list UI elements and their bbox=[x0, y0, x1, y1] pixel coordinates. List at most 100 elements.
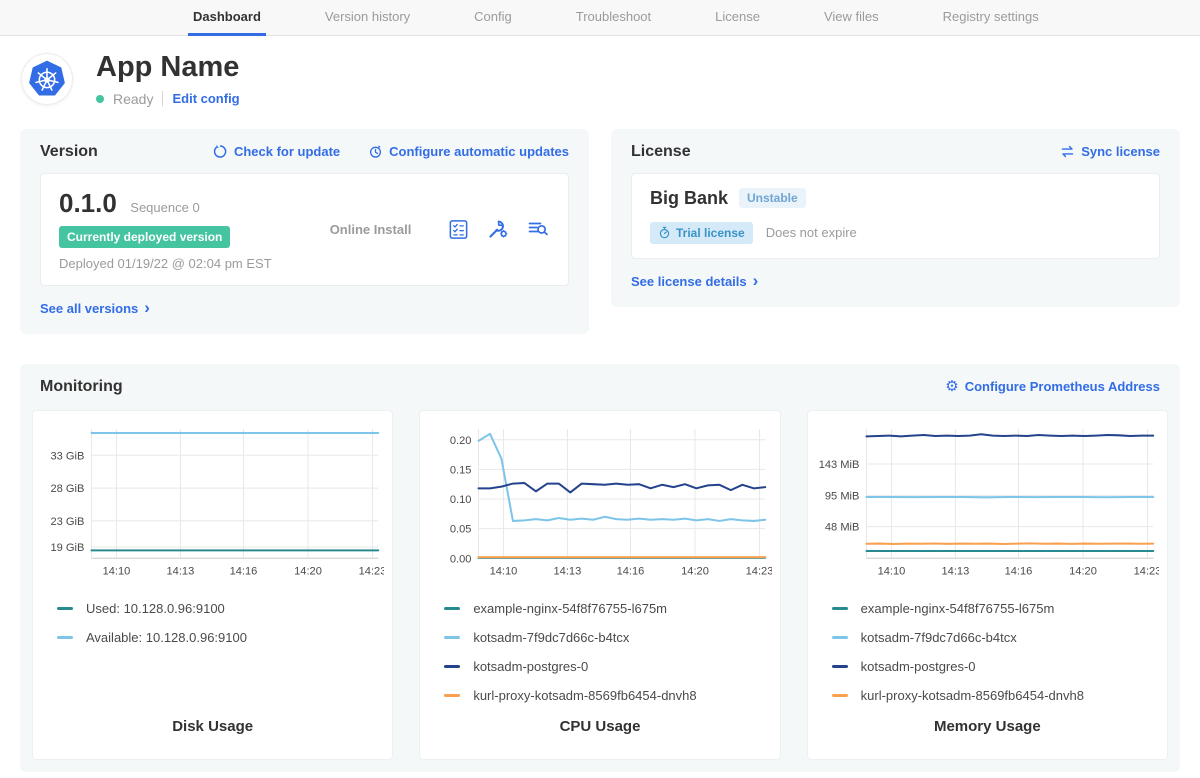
tab-registry-settings[interactable]: Registry settings bbox=[938, 0, 1044, 36]
legend-label: example-nginx-54f8f76755-l675m bbox=[473, 601, 667, 616]
version-card-title: Version bbox=[40, 143, 98, 161]
edit-config-link[interactable]: Edit config bbox=[172, 91, 239, 106]
cpu-usage-legend: example-nginx-54f8f76755-l675m kotsadm-7f… bbox=[428, 594, 771, 710]
svg-text:143 MiB: 143 MiB bbox=[818, 459, 859, 471]
legend-swatch bbox=[444, 694, 460, 697]
svg-text:48 MiB: 48 MiB bbox=[825, 522, 860, 534]
svg-text:14:20: 14:20 bbox=[1069, 565, 1097, 577]
legend-swatch bbox=[444, 607, 460, 610]
svg-text:14:13: 14:13 bbox=[941, 565, 969, 577]
legend-item: example-nginx-54f8f76755-l675m bbox=[444, 594, 771, 623]
disk-usage-chart-title: Disk Usage bbox=[41, 718, 384, 735]
legend-label: Used: 10.128.0.96:9100 bbox=[86, 601, 225, 616]
chevron-right-icon: › bbox=[753, 276, 759, 286]
tab-version-history[interactable]: Version history bbox=[320, 0, 415, 36]
svg-text:14:20: 14:20 bbox=[294, 565, 322, 577]
license-panel: Big Bank Unstable Trial license Does not… bbox=[631, 173, 1160, 259]
svg-text:14:10: 14:10 bbox=[490, 565, 518, 577]
cpu-usage-chart-title: CPU Usage bbox=[428, 718, 771, 735]
svg-text:14:10: 14:10 bbox=[877, 565, 905, 577]
configure-automatic-updates-link[interactable]: Configure automatic updates bbox=[368, 144, 569, 159]
legend-label: kotsadm-postgres-0 bbox=[861, 659, 976, 674]
disk-usage-panel: 14:10 14:13 14:16 14:20 14:23 19 GiB 23 GiB 28 … bbox=[32, 410, 393, 761]
clock-refresh-icon bbox=[368, 144, 383, 159]
legend-swatch bbox=[444, 665, 460, 668]
svg-text:14:16: 14:16 bbox=[617, 565, 645, 577]
license-name: Big Bank bbox=[650, 188, 728, 209]
app-header: App Name Ready Edit config bbox=[0, 36, 1200, 115]
expiry-text: Does not expire bbox=[766, 225, 857, 240]
sync-license-link[interactable]: Sync license bbox=[1060, 144, 1160, 159]
legend-item: Used: 10.128.0.96:9100 bbox=[57, 594, 384, 623]
svg-text:14:13: 14:13 bbox=[167, 565, 195, 577]
tab-license[interactable]: License bbox=[710, 0, 765, 36]
svg-text:14:13: 14:13 bbox=[554, 565, 582, 577]
svg-text:14:10: 14:10 bbox=[103, 565, 131, 577]
legend-swatch bbox=[444, 636, 460, 639]
deployed-badge: Currently deployed version bbox=[59, 226, 230, 248]
tab-dashboard[interactable]: Dashboard bbox=[188, 0, 266, 36]
check-for-update-link[interactable]: Check for update bbox=[213, 144, 340, 159]
legend-label: kotsadm-7f9dc7d66c-b4tcx bbox=[861, 630, 1017, 645]
legend-label: kurl-proxy-kotsadm-8569fb6454-dnvh8 bbox=[473, 688, 696, 703]
svg-text:95 MiB: 95 MiB bbox=[825, 491, 860, 503]
svg-text:14:23: 14:23 bbox=[359, 565, 385, 577]
svg-text:0.15: 0.15 bbox=[450, 464, 472, 476]
legend-label: kotsadm-7f9dc7d66c-b4tcx bbox=[473, 630, 629, 645]
view-diff-list-search-icon[interactable] bbox=[526, 217, 550, 241]
svg-text:0.00: 0.00 bbox=[450, 553, 472, 565]
version-number: 0.1.0 bbox=[59, 188, 117, 218]
channel-badge: Unstable bbox=[739, 188, 806, 208]
memory-usage-panel: 14:10 14:13 14:16 14:20 14:23 48 MiB 95 MiB 143… bbox=[807, 410, 1168, 761]
legend-item: kotsadm-postgres-0 bbox=[444, 652, 771, 681]
legend-swatch bbox=[57, 607, 73, 610]
configure-prometheus-link[interactable]: ⚙ Configure Prometheus Address bbox=[945, 379, 1160, 394]
see-all-versions-link[interactable]: See all versions › bbox=[40, 301, 150, 316]
svg-text:0.10: 0.10 bbox=[450, 494, 472, 506]
chevron-right-icon: › bbox=[144, 303, 150, 313]
stopwatch-icon bbox=[658, 226, 671, 239]
tab-config[interactable]: Config bbox=[469, 0, 517, 36]
sequence-label: Sequence 0 bbox=[130, 200, 199, 215]
license-card-title: License bbox=[631, 143, 691, 161]
svg-text:14:16: 14:16 bbox=[230, 565, 258, 577]
config-wrench-gear-icon[interactable] bbox=[486, 217, 510, 241]
svg-text:23 GiB: 23 GiB bbox=[51, 516, 85, 528]
memory-usage-chart: 14:10 14:13 14:16 14:20 14:23 48 MiB 95 MiB 143… bbox=[816, 423, 1159, 583]
legend-item: kurl-proxy-kotsadm-8569fb6454-dnvh8 bbox=[832, 681, 1159, 710]
legend-item: kotsadm-7f9dc7d66c-b4tcx bbox=[444, 623, 771, 652]
legend-item: Available: 10.128.0.96:9100 bbox=[57, 623, 384, 652]
legend-label: example-nginx-54f8f76755-l675m bbox=[861, 601, 1055, 616]
divider bbox=[162, 91, 163, 106]
current-version-panel: 0.1.0 Sequence 0 Currently deployed vers… bbox=[40, 173, 569, 286]
preflight-checklist-icon[interactable] bbox=[447, 218, 470, 241]
svg-text:14:16: 14:16 bbox=[1004, 565, 1032, 577]
svg-text:19 GiB: 19 GiB bbox=[51, 542, 85, 554]
see-license-details-link[interactable]: See license details › bbox=[631, 274, 758, 289]
memory-usage-legend: example-nginx-54f8f76755-l675m kotsadm-7f… bbox=[816, 594, 1159, 710]
legend-swatch bbox=[832, 607, 848, 610]
refresh-icon bbox=[213, 144, 228, 159]
legend-label: Available: 10.128.0.96:9100 bbox=[86, 630, 247, 645]
svg-text:33 GiB: 33 GiB bbox=[51, 450, 85, 462]
status-dot bbox=[96, 95, 104, 103]
monitoring-title: Monitoring bbox=[40, 378, 123, 396]
legend-label: kotsadm-postgres-0 bbox=[473, 659, 588, 674]
gear-icon: ⚙ bbox=[945, 380, 958, 393]
legend-item: kotsadm-postgres-0 bbox=[832, 652, 1159, 681]
kubernetes-logo-icon bbox=[25, 57, 69, 101]
memory-usage-chart-title: Memory Usage bbox=[816, 718, 1159, 735]
disk-usage-chart: 14:10 14:13 14:16 14:20 14:23 19 GiB 23 GiB 28 … bbox=[41, 423, 384, 583]
tab-troubleshoot[interactable]: Troubleshoot bbox=[571, 0, 656, 36]
svg-text:14:23: 14:23 bbox=[1133, 565, 1159, 577]
svg-text:0.20: 0.20 bbox=[450, 435, 472, 447]
svg-text:28 GiB: 28 GiB bbox=[51, 483, 85, 495]
legend-swatch bbox=[832, 694, 848, 697]
legend-item: example-nginx-54f8f76755-l675m bbox=[832, 594, 1159, 623]
legend-swatch bbox=[832, 665, 848, 668]
tab-view-files[interactable]: View files bbox=[819, 0, 884, 36]
trial-license-badge: Trial license bbox=[650, 222, 753, 244]
app-logo bbox=[22, 54, 72, 104]
deployed-timestamp: Deployed 01/19/22 @ 02:04 pm EST bbox=[59, 256, 294, 271]
legend-item: kotsadm-7f9dc7d66c-b4tcx bbox=[832, 623, 1159, 652]
